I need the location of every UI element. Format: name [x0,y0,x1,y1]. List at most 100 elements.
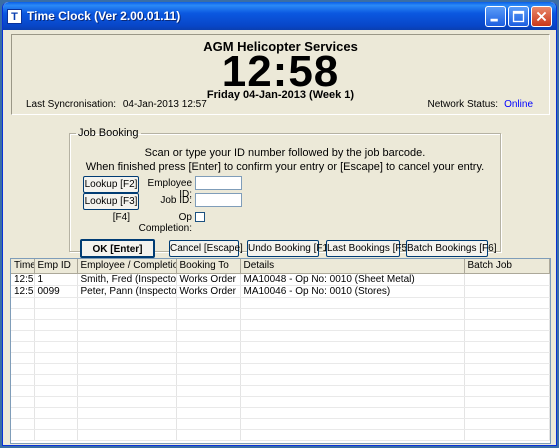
empty-cell [240,352,465,364]
empty-cell [34,374,78,386]
empty-cell [176,418,241,430]
empty-cell [240,319,465,331]
maximize-button[interactable] [508,6,529,27]
app-icon: T [7,8,22,24]
close-icon [536,11,547,22]
empty-row [11,330,550,342]
empty-cell [34,308,78,320]
close-button[interactable] [531,6,552,27]
empty-cell [464,407,550,419]
empty-cell [11,418,35,430]
table-row[interactable]: 12:58 0099 Peter, Pann (Inspector) Works… [11,285,550,298]
minimize-icon [490,18,498,22]
empty-cell [464,385,550,397]
empty-cell [240,385,465,397]
ok-button[interactable]: OK [Enter] [80,239,155,258]
cell-time: 12:58 [11,285,35,298]
empty-cell [11,319,35,331]
job-booking-group: Job Booking Scan or type your ID number … [69,127,501,258]
column-header-emp-id[interactable]: Emp ID [34,259,78,274]
empty-cell [11,429,35,441]
empty-cell [464,319,550,331]
empty-cell [34,418,78,430]
instruction-line-2: When finished press [Enter] to confirm y… [85,161,485,173]
cell-batch-job [464,285,550,298]
job-id-label: Job ID: [160,195,192,206]
last-bookings-button[interactable]: Last Bookings [F5] [326,240,410,257]
empty-cell [77,396,177,408]
column-header-batch-job[interactable]: Batch Job [464,259,550,274]
empty-cell [11,330,35,342]
job-booking-legend: Job Booking [78,127,139,139]
empty-row [11,385,550,397]
empty-cell [11,407,35,419]
empty-cell [464,374,550,386]
empty-row [11,396,550,408]
op-completion-checkbox[interactable] [195,212,205,222]
batch-bookings-button[interactable]: Batch Bookings [F6] [406,240,497,257]
empty-cell [464,418,550,430]
empty-cell [240,407,465,419]
empty-row [11,429,550,441]
empty-row [11,374,550,386]
empty-cell [176,385,241,397]
empty-cell [77,330,177,342]
empty-cell [77,385,177,397]
bookings-list[interactable]: Time Emp ID Employee / Completion Bookin… [10,258,551,444]
empty-cell [34,297,78,309]
empty-cell [240,341,465,353]
cancel-button[interactable]: Cancel [Escape] [169,240,243,257]
empty-cell [34,385,78,397]
instruction-line-1: Scan or type your ID number followed by … [144,147,426,159]
column-header-time[interactable]: Time [11,259,35,274]
cell-emp-id: 1 [34,273,78,286]
job-id-input[interactable] [195,193,242,207]
minimize-button[interactable] [485,6,506,27]
empty-cell [240,297,465,309]
column-header-booking-to[interactable]: Booking To [176,259,241,274]
empty-cell [77,297,177,309]
lookup-job-button[interactable]: Lookup [F3] [83,193,139,210]
empty-cell [11,352,35,364]
cell-emp-id: 0099 [34,285,78,298]
empty-cell [464,396,550,408]
empty-cell [176,297,241,309]
empty-row [11,363,550,375]
empty-cell [77,374,177,386]
table-row[interactable]: 12:57 1 Smith, Fred (Inspector) Works Or… [11,273,550,286]
title-bar[interactable]: T Time Clock (Ver 2.00.01.11) [3,2,556,30]
cell-time: 12:57 [11,273,35,286]
empty-cell [176,396,241,408]
last-sync-label: Last Syncronisation: [26,99,117,110]
window-title: Time Clock (Ver 2.00.01.11) [27,9,181,23]
last-sync: Last Syncronisation: 04-Jan-2013 12:57 [26,99,207,110]
empty-cell [11,341,35,353]
cell-booking-to: Works Order [176,273,241,286]
empty-row [11,418,550,430]
column-header-employee[interactable]: Employee / Completion [77,259,177,274]
last-sync-value: 04-Jan-2013 12:57 [122,99,207,110]
lookup-employee-button[interactable]: Lookup [F2] [83,176,139,193]
empty-cell [34,341,78,353]
empty-cell [176,407,241,419]
empty-cell [34,407,78,419]
empty-cell [77,352,177,364]
empty-cell [464,297,550,309]
empty-row [11,341,550,353]
empty-cell [240,418,465,430]
column-header-details[interactable]: Details [240,259,465,274]
empty-cell [176,352,241,364]
empty-cell [77,407,177,419]
bookings-table: Time Emp ID Employee / Completion Bookin… [11,259,550,441]
empty-cell [464,308,550,320]
employee-id-input[interactable] [195,176,242,190]
empty-cell [77,341,177,353]
cell-details: MA10046 - Op No: 0010 (Stores) [240,285,465,298]
cell-booking-to: Works Order [176,285,241,298]
clock-header-panel: AGM Helicopter Services 12:58 Friday 04-… [11,34,550,115]
empty-cell [34,319,78,331]
empty-row [11,297,550,309]
undo-booking-button[interactable]: Undo Booking [F1] [247,240,331,257]
maximize-icon [512,10,525,23]
empty-cell [34,429,78,441]
